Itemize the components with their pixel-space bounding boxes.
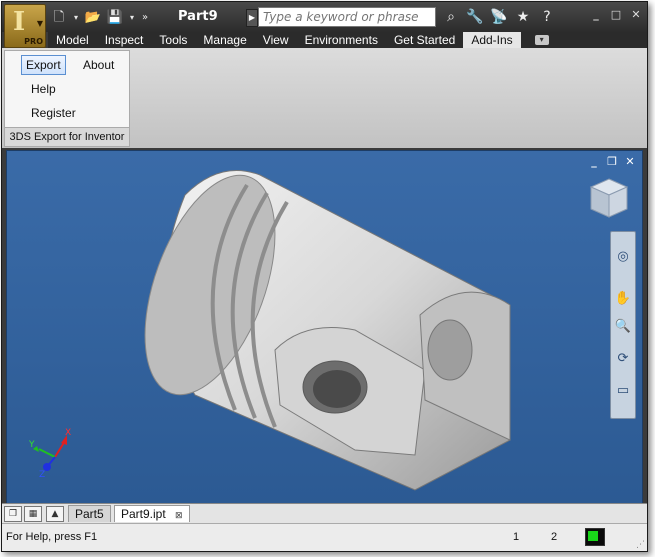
save-dropdown-icon[interactable]: ▾ — [128, 10, 136, 26]
steering-wheel-icon[interactable]: ◎ — [614, 248, 632, 266]
tab-get-started[interactable]: Get Started — [386, 32, 463, 48]
coordinate-triad-icon: X Y Z — [28, 428, 71, 479]
tab-tools[interactable]: Tools — [151, 32, 195, 48]
panel-3ds-export: Export About Help Register 3DS Export fo… — [4, 50, 130, 147]
quick-access-toolbar: 🗋 ▾ 📂 💾 ▾ » — [50, 8, 150, 28]
viewcube-icon[interactable] — [589, 177, 629, 221]
title-bar: I PRO ▼ 🗋 ▾ 📂 💾 ▾ » Part9 ▶ ⌕ 🔧 📡 ★ ? _ … — [2, 2, 647, 48]
tab-manage[interactable]: Manage — [195, 32, 254, 48]
status-bar: For Help, press F1 1 2 ⋰ — [2, 523, 647, 551]
viewport-minimize-icon[interactable]: _ — [588, 155, 600, 168]
triad-y-label: Y — [28, 440, 35, 450]
document-title: Part9 — [178, 9, 218, 24]
tab-part5[interactable]: Part5 — [68, 505, 111, 522]
viewport-close-icon[interactable]: ✕ — [624, 155, 636, 168]
about-button[interactable]: About — [79, 56, 118, 74]
infocenter-toolbar: ⌕ 🔧 📡 ★ ? — [442, 8, 556, 26]
app-window: I PRO ▼ 🗋 ▾ 📂 💾 ▾ » Part9 ▶ ⌕ 🔧 📡 ★ ? _ … — [1, 1, 648, 552]
search-input[interactable] — [258, 7, 436, 27]
viewport-restore-icon[interactable]: ❐ — [606, 155, 618, 168]
close-icon[interactable]: ✕ — [629, 7, 643, 23]
status-value-2: 2 — [551, 531, 558, 543]
ribbon-tabs: Model Inspect Tools Manage View Environm… — [48, 32, 647, 48]
new-file-icon[interactable]: 🗋 — [50, 10, 68, 26]
pro-badge: PRO — [24, 37, 43, 46]
ribbon: Export About Help Register 3DS Export fo… — [2, 48, 647, 148]
piston-model[interactable] — [125, 155, 525, 495]
search-expand-icon[interactable]: ▶ — [246, 9, 258, 27]
tab-part9[interactable]: Part9.ipt ⊠ — [114, 505, 190, 522]
document-tabs: ❐ ▦ ▲ Part5 Part9.ipt ⊠ — [2, 503, 647, 524]
tab-environments[interactable]: Environments — [297, 32, 386, 48]
status-value-1: 1 — [513, 531, 520, 543]
triad-x-label: X — [65, 428, 71, 438]
resize-grip-icon[interactable]: ⋰ — [636, 540, 645, 550]
orbit-icon[interactable]: ⟳ — [614, 350, 632, 368]
tab-add-ins[interactable]: Add-Ins — [463, 32, 521, 48]
document-list-icon[interactable]: ▲ — [46, 506, 64, 522]
status-help-text: For Help, press F1 — [6, 531, 98, 543]
viewport-controls: _ ❐ ✕ — [588, 155, 636, 168]
panel-title: 3DS Export for Inventor — [5, 127, 129, 146]
tab-model[interactable]: Model — [48, 32, 97, 48]
open-folder-icon[interactable]: 📂 — [84, 10, 102, 26]
help-icon[interactable]: ? — [538, 8, 556, 26]
window-tile-icon[interactable]: ▦ — [24, 506, 42, 522]
star-icon[interactable]: ★ — [514, 8, 532, 26]
status-indicator-icon — [585, 528, 605, 546]
pan-hand-icon[interactable]: ✋ — [614, 290, 632, 308]
binoculars-icon[interactable]: ⌕ — [442, 8, 460, 26]
tab-part9-label: Part9.ipt — [121, 507, 166, 521]
export-button[interactable]: Export — [21, 55, 66, 75]
graphics-viewport[interactable]: _ ❐ ✕ ◎ ✋ 🔍 ⟳ ▭ X Y Z — [6, 150, 643, 504]
window-cascade-icon[interactable]: ❐ — [4, 506, 22, 522]
save-icon[interactable]: 💾 — [106, 10, 124, 26]
maximize-icon[interactable]: □ — [609, 7, 623, 23]
wrench-icon[interactable]: 🔧 — [466, 8, 484, 26]
inventor-logo-icon: I — [13, 7, 26, 37]
triad-z-label: Z — [39, 470, 45, 479]
tab-inspect[interactable]: Inspect — [97, 32, 152, 48]
zoom-icon[interactable]: 🔍 — [614, 318, 632, 336]
more-tools-icon[interactable]: » — [140, 10, 150, 26]
look-at-icon[interactable]: ▭ — [614, 382, 632, 400]
navigation-bar: ◎ ✋ 🔍 ⟳ ▭ — [610, 231, 636, 419]
satellite-icon[interactable]: 📡 — [490, 8, 508, 26]
register-button[interactable]: Register — [27, 104, 80, 122]
chevron-down-icon: ▼ — [36, 19, 43, 28]
application-menu-button[interactable]: I PRO ▼ — [4, 4, 46, 48]
tab-part5-label: Part5 — [75, 507, 104, 521]
new-dropdown-icon[interactable]: ▾ — [72, 10, 80, 26]
window-controls: _ □ ✕ — [589, 7, 643, 23]
minimize-icon[interactable]: _ — [589, 7, 603, 23]
tab-view[interactable]: View — [255, 32, 297, 48]
close-tab-icon[interactable]: ⊠ — [175, 510, 183, 520]
help-button[interactable]: Help — [27, 80, 60, 98]
ribbon-minimize-icon[interactable]: ▾ — [534, 35, 549, 45]
